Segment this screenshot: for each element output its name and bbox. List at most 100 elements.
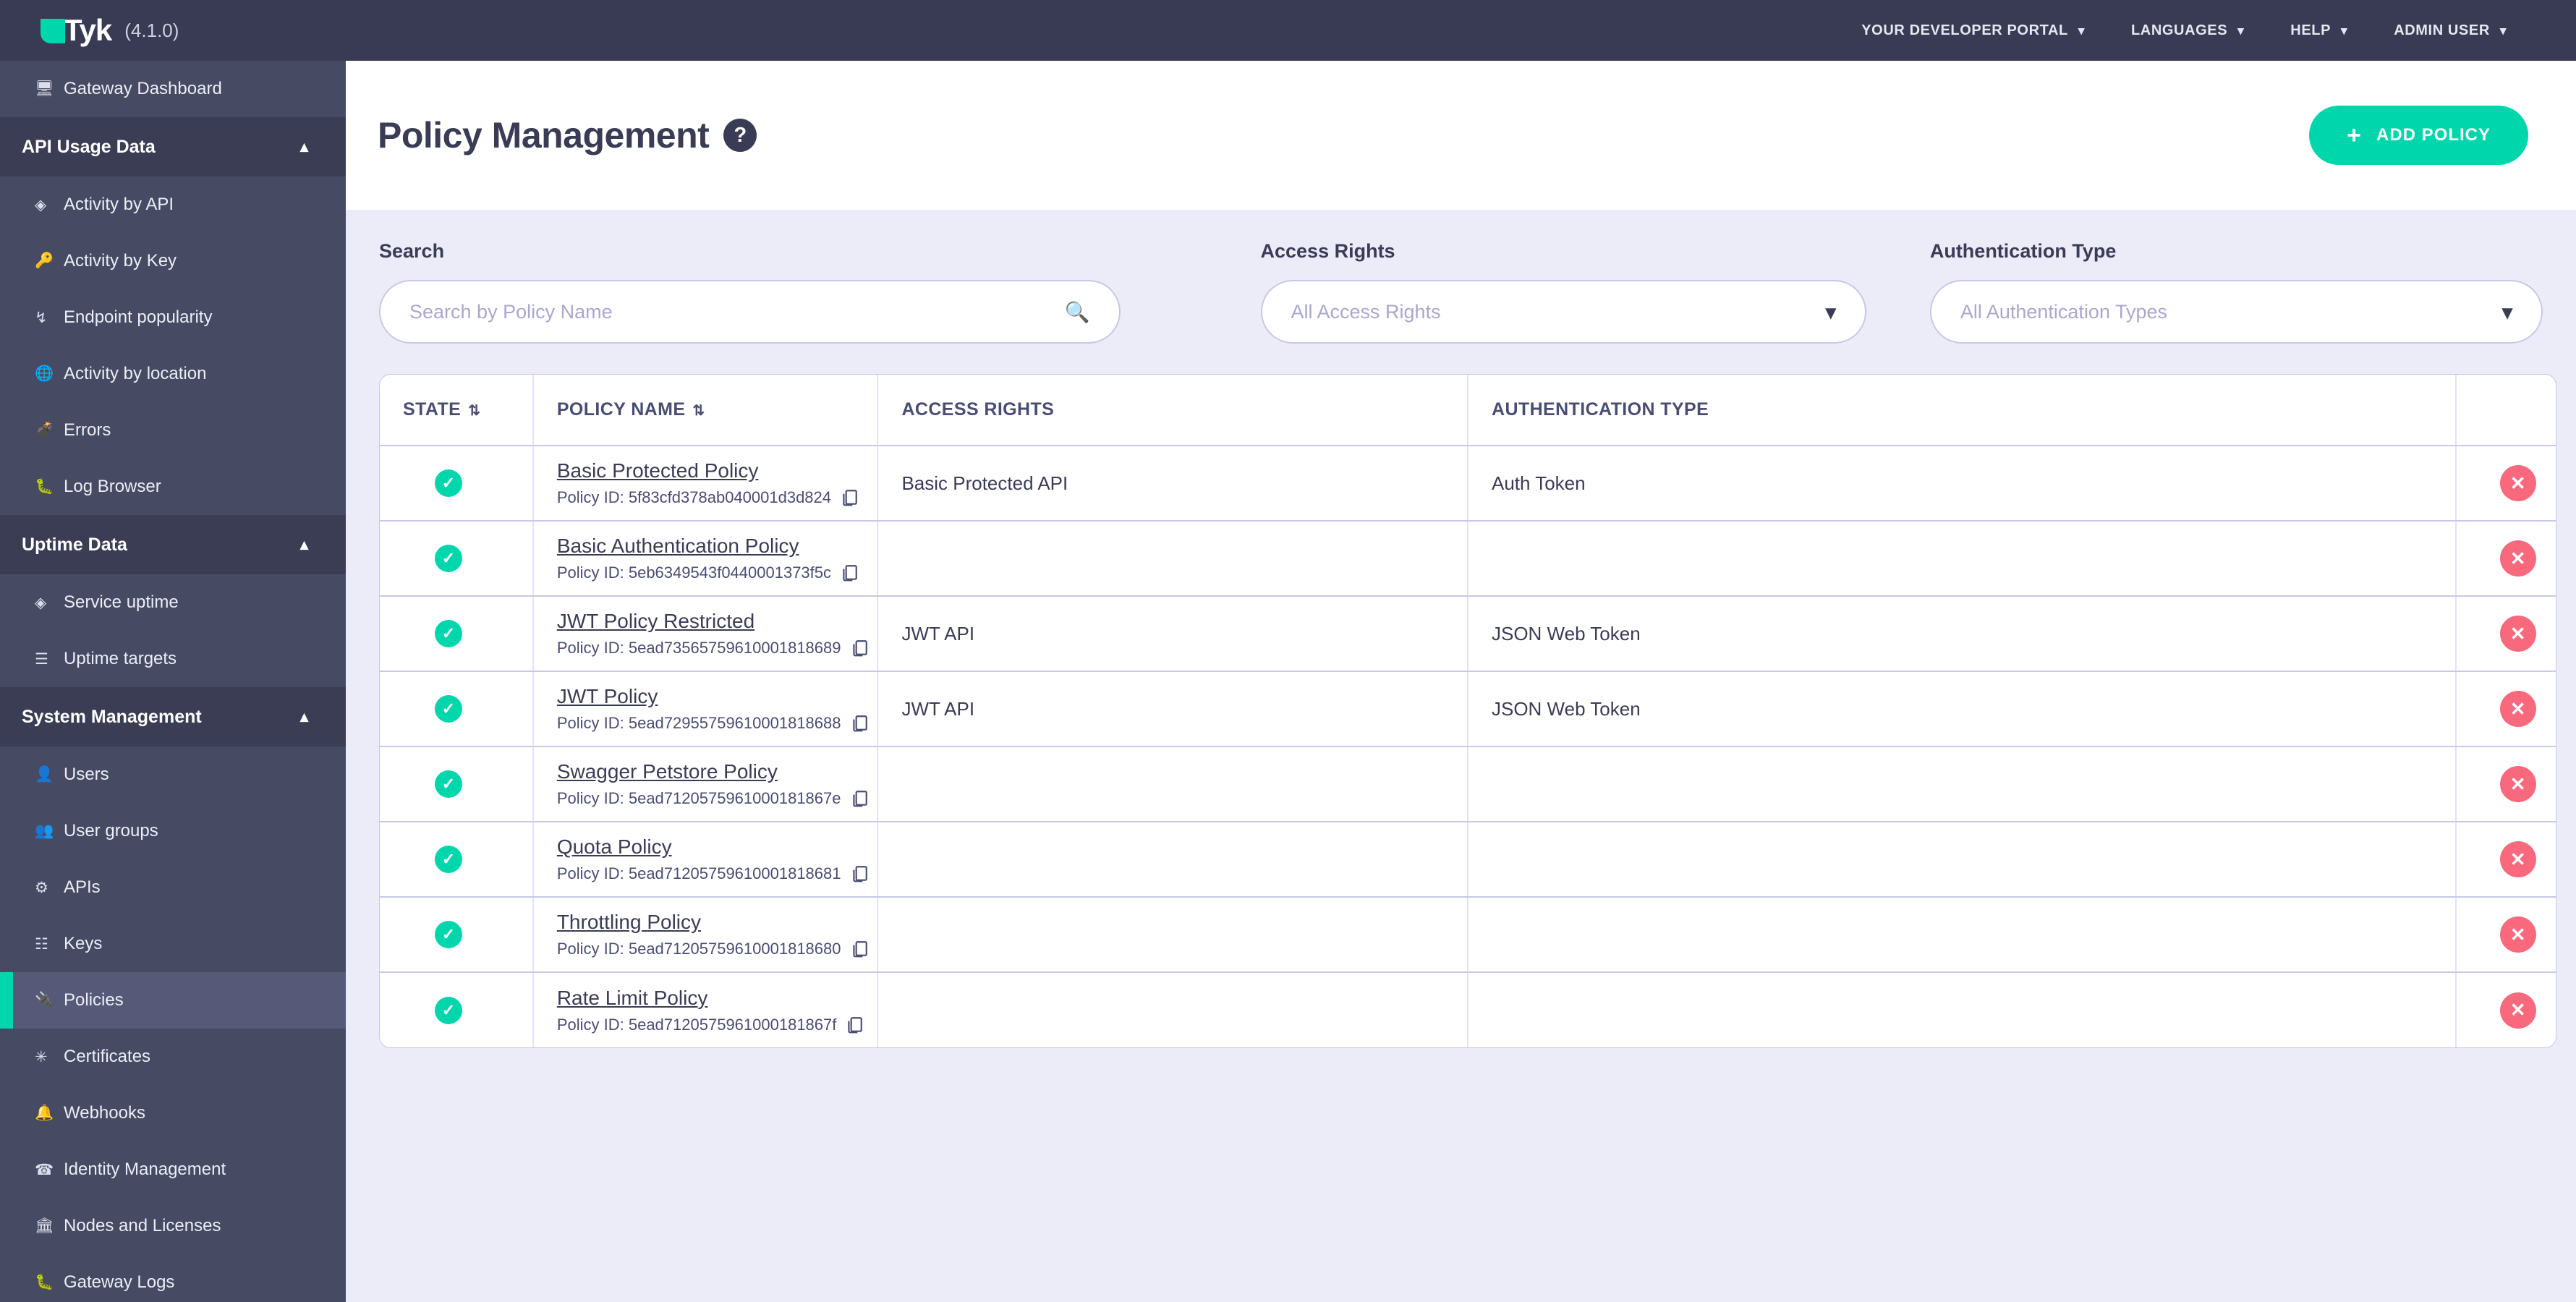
sidebar-item-gateway-logs[interactable]: 🐛 Gateway Logs bbox=[0, 1254, 346, 1302]
add-policy-button[interactable]: + ADD POLICY bbox=[2309, 106, 2528, 165]
column-header-policy-name[interactable]: POLICY NAME ⇅ bbox=[532, 375, 879, 446]
policy-name-link[interactable]: Throttling Policy bbox=[557, 911, 701, 934]
sidebar-item-certificates[interactable]: ✳ Certificates bbox=[0, 1029, 346, 1085]
brand-logo[interactable]: Tyk (4.1.0) bbox=[41, 15, 179, 46]
sidebar-item-label: Activity by Key bbox=[64, 251, 177, 271]
search-icon[interactable]: 🔍 bbox=[1065, 300, 1090, 324]
sidebar-group-api-usage-data[interactable]: API Usage Data ▴ bbox=[0, 117, 346, 176]
user-icon: 👤 bbox=[35, 766, 54, 783]
plug-icon: 🔌 bbox=[35, 992, 54, 1008]
cell-authentication-type bbox=[1467, 972, 2457, 1047]
sidebar-item-activity-by-key[interactable]: 🔑 Activity by Key bbox=[0, 233, 346, 289]
copy-icon[interactable] bbox=[840, 563, 859, 582]
cell-policy-name: Basic Protected Policy Policy ID: 5f83cfd… bbox=[532, 446, 879, 522]
sidebar-item-label: Service uptime bbox=[64, 592, 179, 612]
authentication-type-selected-value: All Authentication Types bbox=[1960, 300, 2168, 323]
search-label: Search bbox=[379, 240, 445, 262]
cell-access-rights bbox=[877, 972, 1468, 1047]
cell-policy-name: JWT Policy Policy ID: 5ead729557596100018… bbox=[532, 671, 879, 747]
sort-icon[interactable]: ⇅ bbox=[692, 403, 705, 419]
copy-icon[interactable] bbox=[850, 864, 869, 883]
policy-id-row: Policy ID: 5ead71205759610001818680 bbox=[557, 940, 877, 958]
close-circle-icon: ✕ bbox=[2509, 773, 2526, 795]
policy-name-link[interactable]: JWT Policy Restricted bbox=[557, 610, 754, 633]
cell-authentication-type bbox=[1467, 897, 2457, 973]
copy-icon[interactable] bbox=[845, 1016, 864, 1034]
copy-icon[interactable] bbox=[850, 789, 869, 808]
column-header-state[interactable]: STATE ⇅ bbox=[380, 375, 534, 446]
delete-policy-button[interactable]: ✕ bbox=[2499, 992, 2536, 1029]
column-header-state-label: STATE bbox=[403, 399, 462, 420]
sidebar-item-apis[interactable]: ⚙ APIs bbox=[0, 859, 346, 916]
sidebar-item-label: User groups bbox=[64, 821, 158, 841]
logo-text: Tyk bbox=[64, 13, 112, 47]
policy-name-link[interactable]: Quota Policy bbox=[557, 835, 672, 859]
delete-policy-button[interactable]: ✕ bbox=[2499, 540, 2536, 576]
sort-icon[interactable]: ⇅ bbox=[468, 403, 480, 419]
nav-admin-user[interactable]: ADMIN USER ▾ bbox=[2371, 0, 2530, 61]
nav-languages[interactable]: LANGUAGES ▾ bbox=[2108, 0, 2267, 61]
nav-developer-portal[interactable]: YOUR DEVELOPER PORTAL ▾ bbox=[1838, 0, 2108, 61]
access-rights-select[interactable]: All Access Rights ▾ bbox=[1260, 280, 1866, 344]
sidebar-item-label: Gateway Dashboard bbox=[64, 79, 222, 98]
copy-icon[interactable] bbox=[840, 488, 859, 507]
delete-policy-button[interactable]: ✕ bbox=[2499, 691, 2536, 727]
policy-name-link[interactable]: Basic Protected Policy bbox=[557, 459, 759, 482]
delete-policy-button[interactable]: ✕ bbox=[2499, 465, 2536, 501]
sidebar-item-endpoint-popularity[interactable]: ↯ Endpoint popularity bbox=[0, 289, 346, 346]
sidebar-item-keys[interactable]: ☷ Keys bbox=[0, 916, 346, 972]
policy-id-text: Policy ID: 5ead7120575961000181867f bbox=[556, 1015, 837, 1034]
policy-id-text: Policy ID: 5ead71205759610001818681 bbox=[556, 864, 841, 882]
authentication-type-filter: Authentication Type All Authentication T… bbox=[1929, 240, 2543, 344]
sidebar-item-uptime-targets[interactable]: ☰ Uptime targets bbox=[0, 631, 346, 687]
sidebar-item-gateway-dashboard[interactable]: 🖥 Gateway Dashboard bbox=[0, 61, 346, 117]
authentication-type-label: Authentication Type bbox=[1929, 240, 2117, 262]
policy-name-link[interactable]: Basic Authentication Policy bbox=[557, 535, 799, 558]
nav-help[interactable]: HELP ▾ bbox=[2267, 0, 2371, 61]
sidebar-group-label: API Usage Data bbox=[22, 136, 156, 157]
sidebar-item-errors[interactable]: 💣 Errors bbox=[0, 402, 346, 459]
policy-name-link[interactable]: Swagger Petstore Policy bbox=[557, 760, 778, 783]
close-circle-icon: ✕ bbox=[2509, 697, 2526, 720]
check-circle-icon: ✓ bbox=[435, 770, 462, 798]
search-input[interactable] bbox=[409, 300, 1090, 323]
authentication-type-value: JSON Web Token bbox=[1491, 697, 1641, 720]
delete-policy-button[interactable]: ✕ bbox=[2499, 616, 2536, 652]
delete-policy-button[interactable]: ✕ bbox=[2499, 916, 2536, 953]
sidebar-item-identity-management[interactable]: ☎ Identity Management bbox=[0, 1141, 346, 1198]
sidebar-group-uptime-data[interactable]: Uptime Data ▴ bbox=[0, 515, 346, 574]
phone-icon: ☎ bbox=[35, 1161, 54, 1178]
delete-policy-button[interactable]: ✕ bbox=[2499, 841, 2536, 877]
sidebar-item-activity-by-api[interactable]: ◈ Activity by API bbox=[0, 176, 346, 233]
search-input-wrap[interactable]: 🔍 bbox=[379, 280, 1121, 344]
authentication-type-select[interactable]: All Authentication Types ▾ bbox=[1929, 280, 2543, 344]
copy-icon[interactable] bbox=[850, 940, 869, 958]
chevron-down-icon: ▾ bbox=[2078, 23, 2085, 38]
sidebar-item-users[interactable]: 👤 Users bbox=[0, 746, 346, 803]
policy-name-link[interactable]: JWT Policy bbox=[557, 685, 658, 708]
table-row: ✓ JWT Policy Policy ID: 5ead72955759610001… bbox=[380, 671, 2556, 747]
delete-policy-button[interactable]: ✕ bbox=[2499, 766, 2536, 802]
sidebar-item-webhooks[interactable]: 🔔 Webhooks bbox=[0, 1085, 346, 1141]
check-circle-icon: ✓ bbox=[435, 620, 462, 647]
sidebar-item-policies[interactable]: 🔌 Policies bbox=[0, 972, 346, 1029]
sidebar-item-activity-by-location[interactable]: 🌐 Activity by location bbox=[0, 346, 346, 402]
sidebar-item-user-groups[interactable]: 👥 User groups bbox=[0, 803, 346, 859]
sidebar-item-service-uptime[interactable]: ◈ Service uptime bbox=[0, 574, 346, 631]
chevron-up-icon: ▴ bbox=[299, 707, 308, 726]
chevron-down-icon: ▾ bbox=[2237, 23, 2245, 38]
close-circle-icon: ✕ bbox=[2509, 547, 2526, 569]
copy-icon[interactable] bbox=[850, 639, 869, 658]
copy-icon[interactable] bbox=[850, 714, 869, 733]
nav-developer-portal-label: YOUR DEVELOPER PORTAL bbox=[1861, 22, 2068, 38]
check-circle-icon: ✓ bbox=[435, 996, 462, 1024]
question-mark-icon[interactable]: ? bbox=[723, 119, 757, 152]
cell-state: ✓ bbox=[380, 521, 534, 597]
table-row: ✓ Basic Protected Policy Policy ID: 5f83cf… bbox=[380, 446, 2556, 522]
sidebar-item-log-browser[interactable]: 🐛 Log Browser bbox=[0, 459, 346, 515]
tyk-logo-mark: Tyk bbox=[41, 13, 112, 47]
sidebar-item-nodes-and-licenses[interactable]: 🏛 Nodes and Licenses bbox=[0, 1198, 346, 1254]
sidebar-group-system-management[interactable]: System Management ▴ bbox=[0, 687, 346, 746]
policy-name-link[interactable]: Rate Limit Policy bbox=[557, 987, 708, 1010]
policy-id-row: Policy ID: 5ead72955759610001818688 bbox=[557, 714, 877, 733]
